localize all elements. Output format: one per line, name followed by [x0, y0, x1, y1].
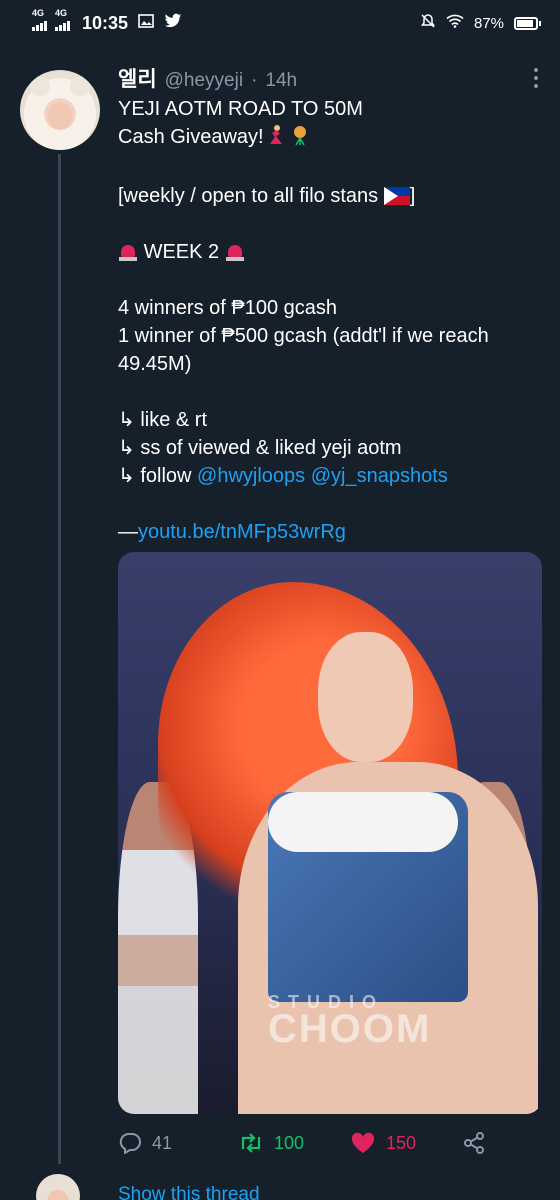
text-span: Cash Giveaway! [118, 126, 264, 148]
network-type-2: 4G [55, 8, 68, 18]
text-span: [weekly / open to all filo stans [118, 185, 379, 207]
text-span: WEEK 2 [143, 241, 220, 263]
signal-icon-2: 4G [55, 8, 70, 31]
tweet[interactable]: 엘리 @heyyeji · 14h YEJI AOTM ROAD TO 50M … [0, 46, 560, 1200]
like-button[interactable]: 150 [350, 1132, 462, 1154]
status-bar: 4G 4G 10:35 87% [0, 0, 560, 46]
avatar[interactable] [20, 70, 100, 150]
siren-icon [118, 241, 138, 261]
handle[interactable]: @heyyeji [165, 67, 243, 95]
image-sleeve [268, 792, 458, 852]
tweet-header: 엘리 @heyyeji · 14h [118, 66, 542, 95]
battery-percent: 87% [473, 14, 504, 32]
retweet-count: 100 [274, 1132, 305, 1153]
heart-icon [350, 1132, 376, 1154]
url-link[interactable]: youtu.be/tnMFp53wrRg [138, 521, 346, 543]
show-thread-link[interactable]: Show this thread [118, 1184, 260, 1200]
battery-icon [514, 16, 541, 30]
confetti-emoji-icon [290, 124, 310, 154]
text-span: ] [409, 185, 416, 207]
wifi-icon [446, 14, 464, 32]
text-line: YEJI AOTM ROAD TO 50M [118, 98, 363, 120]
reply-count: 41 [152, 1132, 173, 1153]
text-line: ↳ follow @hwyjloops @yj_snapshots [118, 462, 542, 490]
siren-icon [225, 241, 245, 261]
share-icon [462, 1132, 486, 1154]
twitter-bird-icon [164, 13, 182, 34]
text-line: [weekly / open to all filo stans ] [118, 182, 542, 210]
text-line: —youtu.be/tnMFp53wrRg [118, 518, 542, 546]
text-line: Cash Giveaway! [118, 123, 542, 154]
tweet-content: 엘리 @heyyeji · 14h YEJI AOTM ROAD TO 50M … [118, 66, 542, 546]
like-count: 150 [386, 1132, 417, 1153]
image-face [318, 632, 413, 762]
text-line: ↳ like & rt [118, 409, 207, 431]
retweet-icon [238, 1132, 264, 1154]
tweet-image[interactable]: STUDIO CHOOM [118, 552, 542, 1114]
watermark: STUDIO CHOOM [268, 992, 431, 1052]
text-line: WEEK 2 [118, 238, 542, 266]
tweet-actions: 41 100 150 [118, 1132, 542, 1154]
text-span: — [118, 521, 138, 543]
retweet-button[interactable]: 100 [238, 1132, 350, 1154]
dancer-emoji-icon [266, 124, 286, 154]
mute-icon [420, 13, 436, 33]
watermark-main: CHOOM [268, 1007, 432, 1051]
timestamp[interactable]: 14h [265, 67, 297, 95]
clock: 10:35 [82, 12, 129, 33]
text-line: 1 winner of ₱500 gcash (addt'l if we rea… [118, 325, 489, 347]
reply-button[interactable]: 41 [118, 1132, 238, 1154]
text-line: 4 winners of ₱100 gcash [118, 297, 338, 319]
text-line: 49.45M) [118, 353, 192, 375]
network-type-1: 4G [32, 8, 45, 18]
separator: · [251, 70, 258, 91]
mention-link[interactable]: @yj_snapshots [311, 465, 448, 487]
next-tweet-preview[interactable]: Show this thread [0, 1164, 560, 1200]
mention-link[interactable]: @hwyjloops [197, 465, 305, 487]
display-name[interactable]: 엘리 [118, 66, 157, 94]
photo-icon [138, 13, 154, 34]
signal-icon: 4G [32, 8, 47, 31]
avatar[interactable] [36, 1174, 80, 1200]
tweet-text: YEJI AOTM ROAD TO 50M Cash Giveaway! [we… [118, 95, 542, 546]
text-span: ↳ follow [118, 465, 198, 487]
share-button[interactable] [462, 1132, 486, 1154]
flag-ph-icon [383, 187, 410, 205]
text-line: ↳ ss of viewed & liked yeji aotm [118, 437, 402, 459]
reply-icon [118, 1132, 142, 1154]
thread-line [58, 154, 61, 1164]
